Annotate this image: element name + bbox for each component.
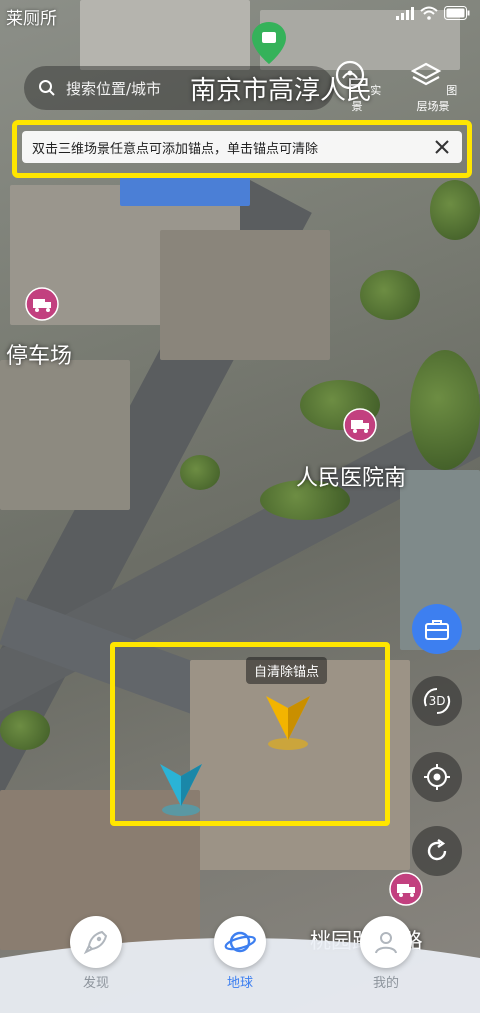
status-left-text: 莱厕所 xyxy=(6,9,57,28)
tree xyxy=(360,270,420,320)
clear-anchor-tip[interactable]: 自清除锚点 xyxy=(246,657,328,684)
anchor-blue-icon[interactable] xyxy=(156,758,206,818)
tree xyxy=(430,180,480,240)
tree xyxy=(180,455,220,490)
3d-toggle-button[interactable]: 3D xyxy=(412,676,462,726)
layer-scene-button[interactable]: 图层场景 xyxy=(408,58,458,114)
tab-mine-label: 我的 xyxy=(372,976,399,991)
truck-pin-icon[interactable] xyxy=(389,872,423,906)
status-bar: 莱厕所 xyxy=(0,0,480,30)
tab-discover[interactable]: 发现 xyxy=(56,916,136,991)
signal-icon xyxy=(396,6,414,20)
stack-icon xyxy=(410,62,442,86)
anchor-yellow-icon[interactable] xyxy=(262,690,314,752)
battery-icon xyxy=(444,6,470,20)
search-placeholder: 搜索位置/城市 xyxy=(66,79,162,98)
toolbox-button[interactable] xyxy=(412,604,462,654)
truck-pin-icon[interactable] xyxy=(343,408,377,442)
rotate-3d-icon: 3D xyxy=(423,687,451,715)
toolbox-icon xyxy=(425,620,449,640)
wifi-icon xyxy=(420,6,438,20)
user-icon xyxy=(360,916,412,968)
3d-label: 3D xyxy=(429,694,446,708)
poi-label-parking[interactable]: 停车场 xyxy=(6,338,72,370)
tab-earth[interactable]: 地球 xyxy=(200,916,280,991)
refresh-icon xyxy=(427,839,447,861)
search-icon xyxy=(39,80,55,96)
anchor-notice-banner: 双击三维场景任意点可添加锚点，单击锚点可清除 xyxy=(22,131,462,163)
building xyxy=(0,360,130,510)
tree xyxy=(0,710,50,750)
layers-icon xyxy=(335,60,364,90)
rocket-icon xyxy=(70,916,122,968)
crosshair-icon xyxy=(424,764,450,790)
tree xyxy=(410,350,480,470)
tab-mine[interactable]: 我的 xyxy=(346,916,426,991)
truck-pin-icon[interactable] xyxy=(25,287,59,321)
building xyxy=(160,230,330,360)
tab-earth-label: 地球 xyxy=(226,976,253,991)
notice-text: 双击三维场景任意点可添加锚点，单击锚点可清除 xyxy=(32,141,319,157)
refresh-button[interactable] xyxy=(412,826,462,876)
locate-button[interactable] xyxy=(412,752,462,802)
close-icon[interactable] xyxy=(432,137,452,157)
poi-label-hospital[interactable]: 人民医院南 xyxy=(296,460,406,492)
planet-icon xyxy=(214,916,266,968)
bottom-tab-bar: 发现 地球 我的 xyxy=(0,916,480,1013)
live-view-button[interactable]: 实景 xyxy=(332,58,382,114)
tab-discover-label: 发现 xyxy=(82,976,109,991)
building-blue-roof xyxy=(120,176,250,206)
